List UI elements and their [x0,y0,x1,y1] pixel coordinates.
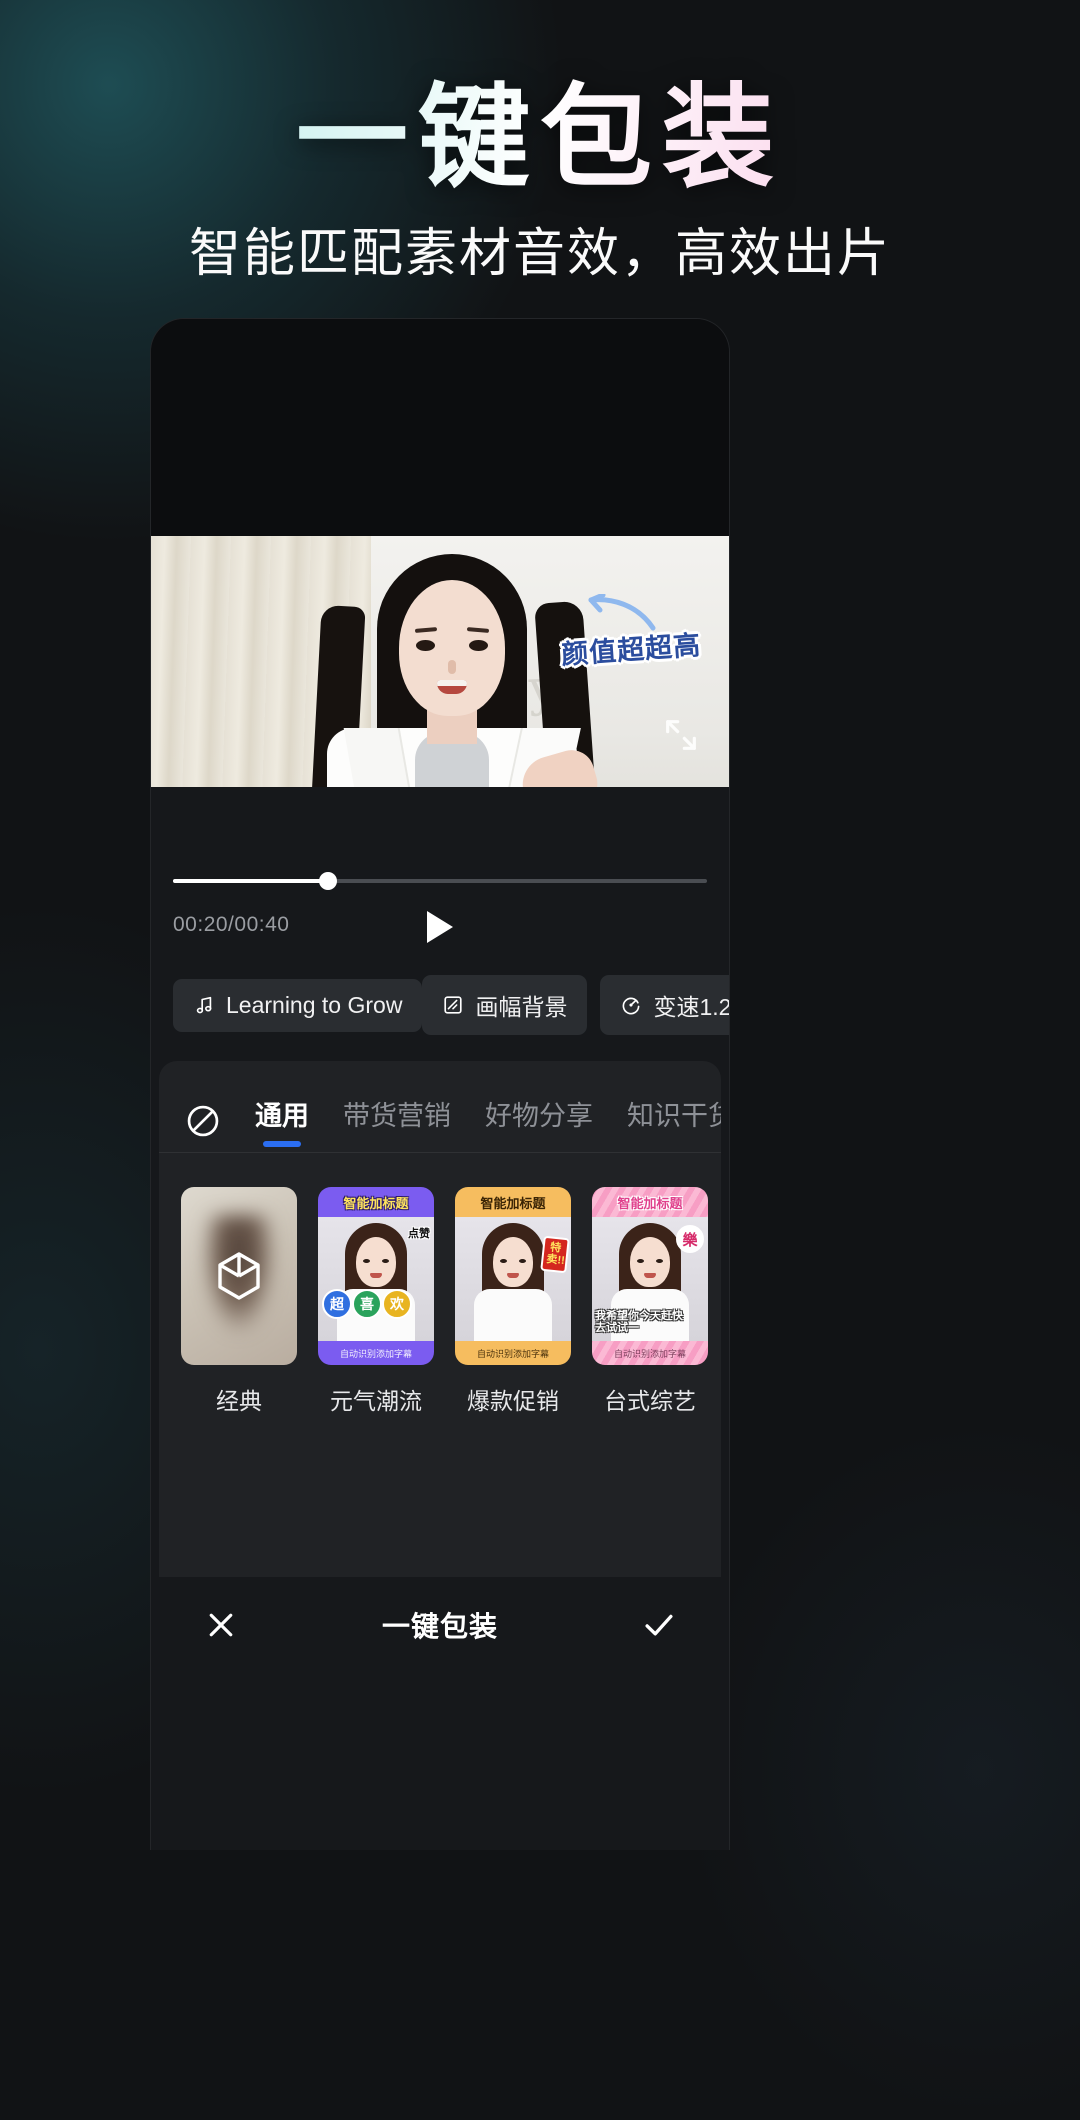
template-thumb-classic [181,1187,297,1365]
template-subject-eye-left [500,1259,507,1263]
confirm-button[interactable] [637,1603,681,1647]
canvas-chip-label: 画幅背景 [475,994,568,1020]
template-head-text: 智能加标题 [480,1195,546,1211]
template-subject-mouth [507,1273,519,1278]
template-card-label: 爆款促销 [467,1388,559,1414]
music-note-icon [196,996,212,1014]
template-card-label: 经典 [216,1388,262,1414]
template-foot-text: 自动识别添加字幕 [339,1348,412,1359]
template-subject-eye-left [363,1259,370,1263]
template-foot-text: 自动识别添加字幕 [613,1348,686,1359]
template-overlay-text: 特卖!! [540,1235,570,1274]
template-badge-variety: 樂 [676,1225,704,1253]
progress-track[interactable] [173,872,707,890]
tab-general[interactable]: 通用 [255,1094,309,1147]
subject-brow-left [414,627,438,633]
phone-mockup: day w. [150,318,730,1850]
player-controls: 00:20/00:40 Learning to Grow 画幅背景 变速1. [151,720,729,1061]
template-thumb-variety: 智能加标题 樂 我希望你今天赶快去试试一 自动识别添加字幕 [592,1187,708,1365]
template-overlay-text: 点赞 [408,1228,430,1240]
template-subject-body [474,1289,552,1341]
template-head-text: 智能加标题 [343,1195,409,1211]
template-subject-face [630,1237,670,1287]
subject-face [399,580,505,716]
speed-gauge-icon [623,997,640,1015]
template-panel: 通用 带货营销 好物分享 知识干货 经典 [159,1061,721,1673]
progress-thumb[interactable] [318,872,337,890]
template-subject [474,1217,552,1341]
bottom-bar-title: 一键包装 [381,1611,498,1642]
template-subject [337,1217,415,1341]
close-x-icon [209,1613,233,1637]
canvas-chip[interactable]: 画幅背景 [422,975,588,1035]
template-card-label: 台式综艺 [604,1388,696,1414]
speed-chip-label: 变速1.2x [653,994,729,1020]
cancel-button[interactable] [199,1603,243,1647]
canvas-ratio-icon [444,996,463,1014]
template-badge-2: 喜 [352,1289,382,1319]
template-head-text: 智能加标题 [617,1195,683,1211]
template-body: 特卖!! [455,1217,571,1341]
check-icon [645,1614,673,1636]
promo-title: 一键包装 [0,77,1080,199]
subject-eye-right [469,640,488,651]
video-preview-area: day w. [151,319,729,861]
template-card-label: 元气潮流 [330,1388,422,1414]
expand-arrows-icon[interactable] [661,715,701,755]
template-thumb-promo: 智能加标题 特卖!! 自动识别添加字幕 [455,1187,571,1365]
subject-eye-left [416,640,435,651]
template-badge-3: 欢 [382,1289,412,1319]
template-overlay-text: 我希望你今天赶快去试试一 [595,1309,683,1335]
template-tabs: 通用 带货营销 好物分享 知识干货 [159,1061,721,1153]
template-card[interactable]: 智能加标题 点赞 超 喜 欢 自动识别添加字幕 元气潮流 [318,1187,434,1416]
template-subject-eye-left [637,1259,644,1263]
template-subject-mouth [644,1273,656,1278]
speed-chip[interactable]: 变速1.2x [600,975,729,1035]
tab-knowledge[interactable]: 知识干货 [627,1094,721,1147]
template-subject-mouth [370,1273,382,1278]
promo-subtitle: 智能匹配素材音效，高效出片 [188,225,891,283]
subject-teeth [437,680,467,686]
bottom-action-bar: 一键包装 [159,1577,721,1673]
template-subject-eye-right [519,1259,526,1263]
progress-fill [173,879,328,883]
template-foot-text: 自动识别添加字幕 [476,1348,549,1359]
template-card[interactable]: 经典 [181,1187,297,1416]
music-chip-label: Learning to Grow [226,991,403,1018]
template-card[interactable]: 智能加标题 特卖!! 自动识别添加字幕 爆款促销 [455,1187,571,1416]
template-card[interactable]: 智能加标题 樂 我希望你今天赶快去试试一 自动识别添加字幕 台式综艺 [592,1187,708,1416]
time-row: 00:20/00:40 [173,911,707,953]
tab-commerce[interactable]: 带货营销 [343,1094,451,1147]
quick-action-row: Learning to Grow 画幅背景 变速1. [173,975,729,1061]
template-subject-eye-right [382,1259,389,1263]
template-body: 点赞 超 喜 欢 [318,1217,434,1341]
template-body: 樂 我希望你今天赶快去试试一 [592,1217,708,1341]
subject-mouth [437,680,467,694]
subject-nose [448,660,456,674]
template-subject-face [493,1237,533,1287]
play-triangle-icon[interactable] [427,911,453,943]
right-chips: 画幅背景 变速1.2x [422,975,729,1035]
tab-goods-share[interactable]: 好物分享 [485,1094,593,1147]
circle-slash-icon[interactable] [185,1103,221,1139]
template-card-list[interactable]: 经典 智能加标题 点赞 超 喜 欢 自动识别添加字幕 元气潮流 智能加标题 特卖… [159,1153,721,1416]
template-subject-eye-right [656,1259,663,1263]
template-thumb-trendy: 智能加标题 点赞 超 喜 欢 自动识别添加字幕 [318,1187,434,1365]
template-badge-1: 超 [322,1289,352,1319]
subject-brow-right [466,627,490,633]
template-subject-face [356,1237,396,1287]
background-glow-bottom-right [680,1420,1080,2120]
progress-bar-wrap [173,787,707,890]
cube-outline-icon [218,1252,260,1300]
music-chip[interactable]: Learning to Grow [173,978,423,1032]
